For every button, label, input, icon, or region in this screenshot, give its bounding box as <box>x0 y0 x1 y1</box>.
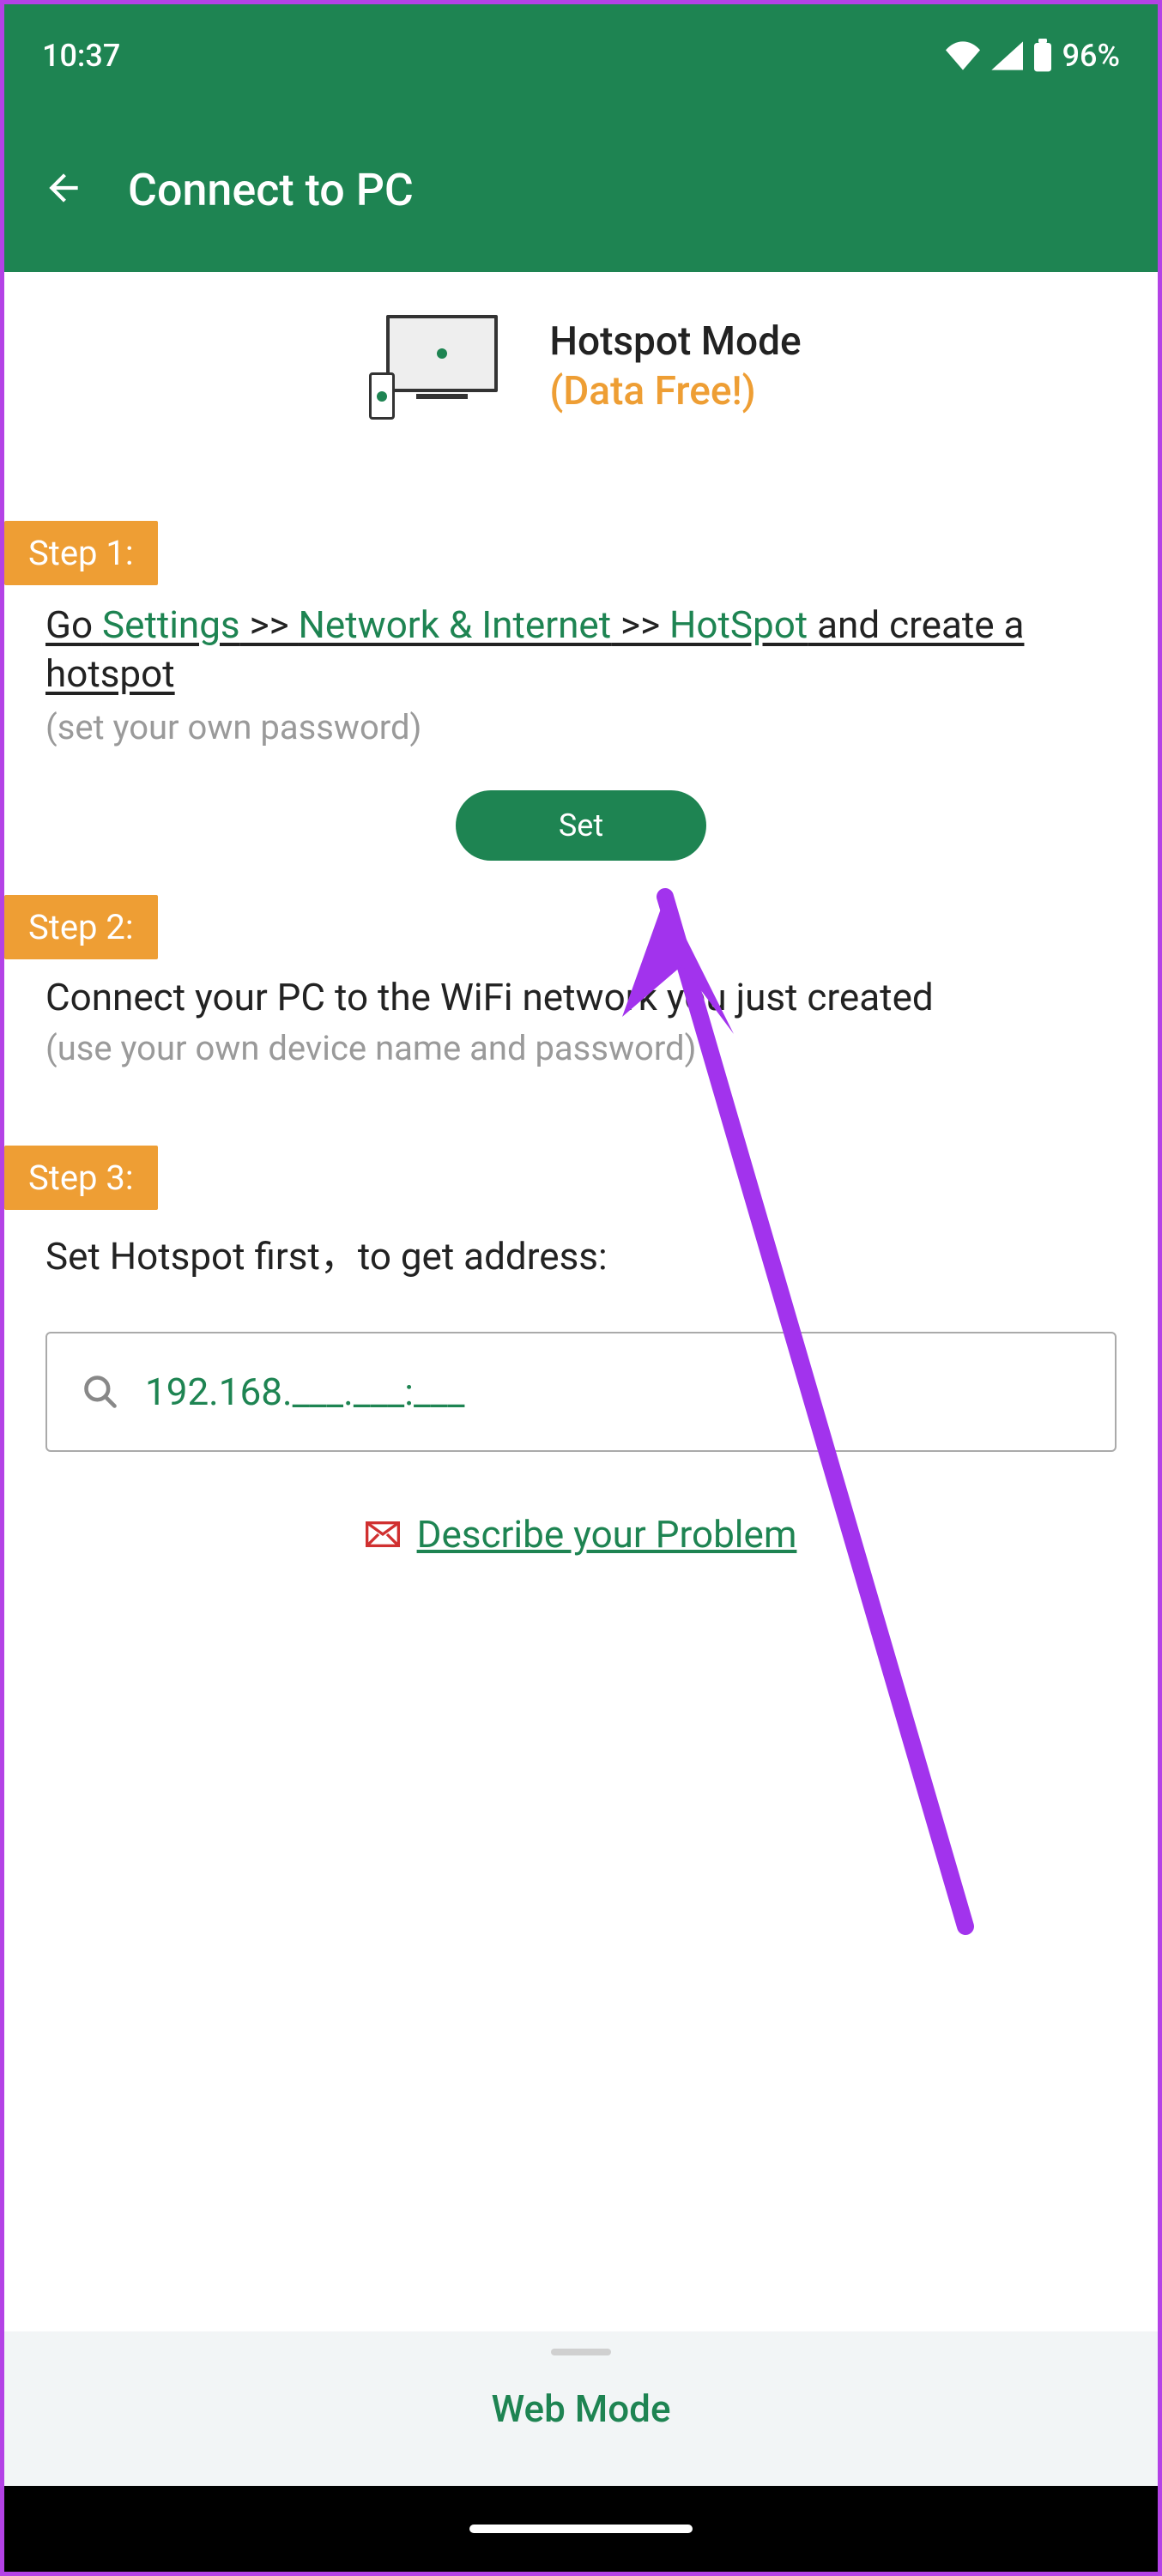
mode-title: Hotspot Mode <box>549 318 801 365</box>
describe-problem-link[interactable]: Describe your Problem <box>4 1512 1158 1557</box>
back-button[interactable] <box>42 166 85 213</box>
status-icons: 96% <box>946 38 1120 74</box>
txt: Go <box>45 602 102 647</box>
set-button[interactable]: Set <box>456 790 706 861</box>
footer-label: Web Mode <box>491 2386 670 2431</box>
link-settings: Settings <box>102 602 240 647</box>
search-icon <box>82 1373 119 1411</box>
hotspot-mode-header: Hotspot Mode (Data Free!) <box>4 272 1158 444</box>
step-1-instruction[interactable]: Go Settings >> Network & Internet >> Hot… <box>45 601 1117 698</box>
content: Hotspot Mode (Data Free!) Step 1: Go Set… <box>4 272 1158 2331</box>
step-2-hint: (use your own device name and password) <box>45 1028 1117 1068</box>
page-title: Connect to PC <box>128 164 414 216</box>
link-network: Network & Internet <box>299 602 612 647</box>
step-2-instruction: Connect your PC to the WiFi network you … <box>45 975 1117 1019</box>
battery-icon <box>1032 39 1054 73</box>
mail-icon <box>366 1521 400 1547</box>
step-1-badge: Step 1: <box>4 521 158 585</box>
signal-icon <box>989 41 1023 70</box>
arrow-left-icon <box>42 166 85 209</box>
screenshot-frame: 10:37 96% Connect to PC <box>0 0 1162 2576</box>
battery-percent: 96% <box>1062 38 1120 74</box>
status-bar: 10:37 96% <box>4 4 1158 107</box>
device-illustration <box>360 315 498 418</box>
txt: >> <box>611 602 669 647</box>
problem-label: Describe your Problem <box>417 1512 797 1557</box>
address-input[interactable]: 192.168.___.___:___ <box>45 1332 1117 1452</box>
link-hotspot: HotSpot <box>669 602 808 647</box>
mode-subtitle: (Data Free!) <box>549 368 801 414</box>
home-indicator[interactable] <box>469 2525 693 2533</box>
address-value: 192.168.___.___:___ <box>145 1370 465 1414</box>
txt: >> <box>240 602 299 647</box>
step-3-badge: Step 3: <box>4 1146 158 1210</box>
wifi-icon <box>946 41 980 70</box>
web-mode-toggle[interactable]: Web Mode <box>4 2331 1158 2486</box>
app-bar: Connect to PC <box>4 107 1158 272</box>
step-3-instruction: Set Hotspot first，to get address: <box>45 1225 1117 1280</box>
step-1-hint: (set your own password) <box>45 707 1117 747</box>
step-2-badge: Step 2: <box>4 895 158 959</box>
nav-bar <box>4 2486 1158 2572</box>
status-time: 10:37 <box>42 38 120 74</box>
